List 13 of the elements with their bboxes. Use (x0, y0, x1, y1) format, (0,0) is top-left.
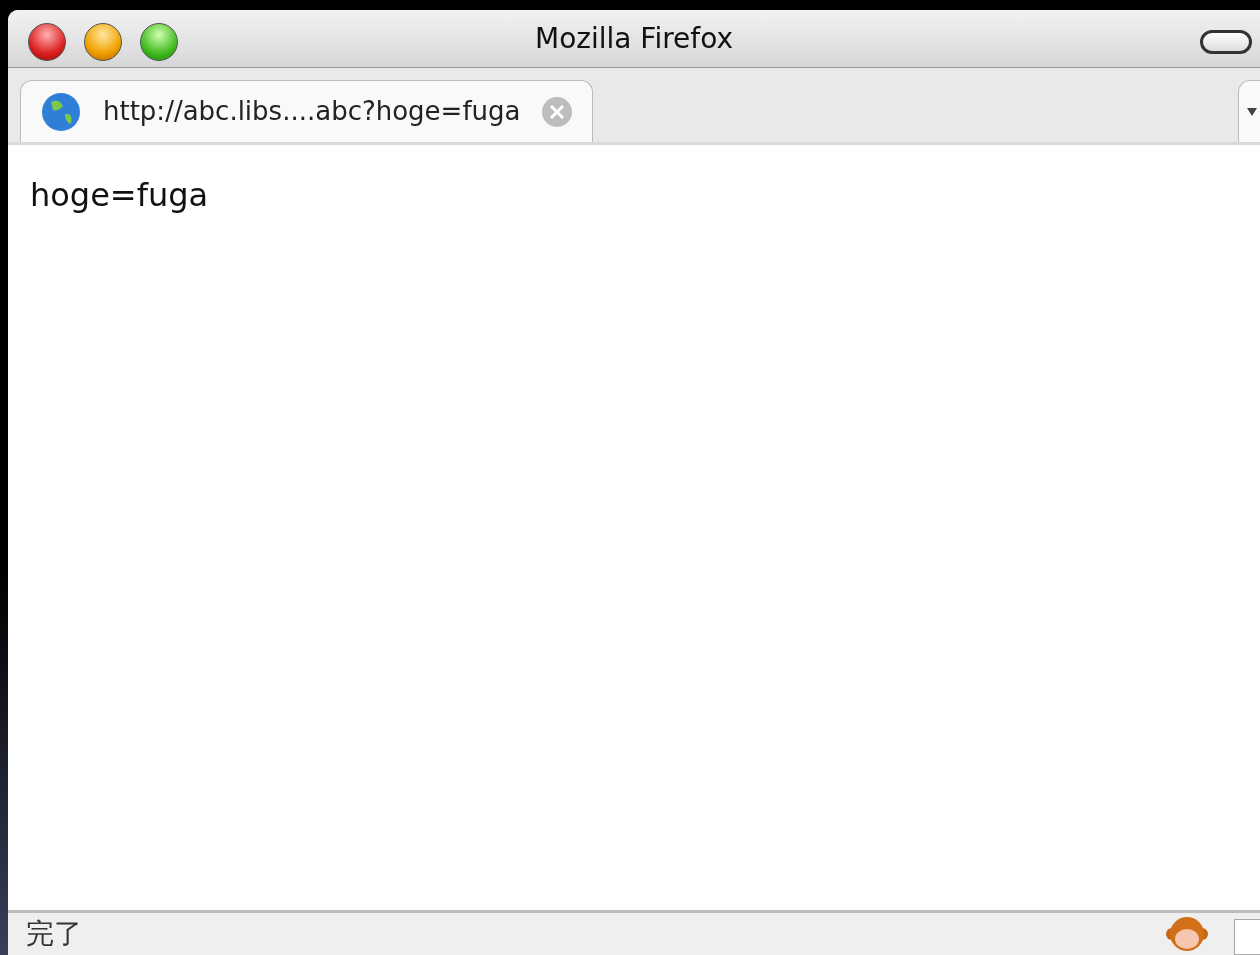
status-text: 完了 (26, 916, 82, 952)
tab-list-button[interactable] (1238, 80, 1260, 142)
close-button[interactable] (28, 23, 66, 61)
window-title: Mozilla Firefox (534, 20, 734, 57)
minimize-button[interactable] (84, 23, 122, 61)
zoom-button[interactable] (140, 23, 178, 61)
globe-icon (41, 91, 81, 132)
page-text: hoge=fuga (30, 176, 209, 214)
head-icon (1166, 915, 1208, 953)
browser-tab[interactable]: http://abc.libs....abc?hoge=fuga (20, 80, 594, 142)
caret-icon (1247, 107, 1257, 116)
toolbar-toggle-button[interactable] (1200, 30, 1252, 54)
resize-handle[interactable] (1234, 919, 1260, 955)
